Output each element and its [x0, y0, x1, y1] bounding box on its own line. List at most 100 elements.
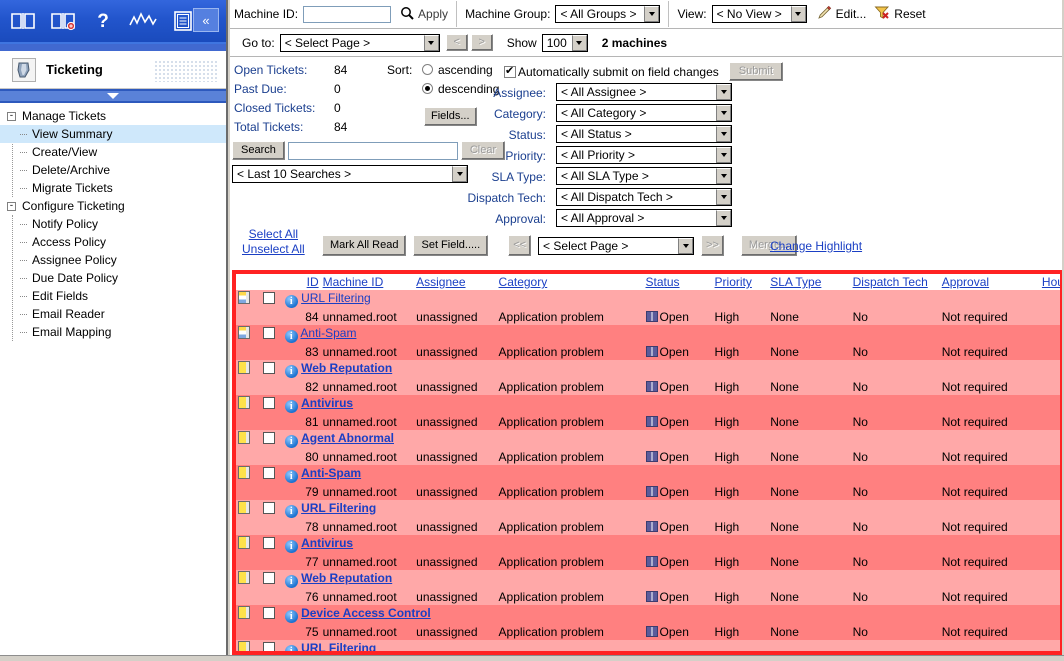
- reset-filter-button[interactable]: Reset: [874, 5, 925, 23]
- row-select-cell[interactable]: [256, 570, 283, 588]
- info-icon[interactable]: i: [285, 295, 298, 308]
- row-select-cell[interactable]: [256, 640, 283, 655]
- table-row[interactable]: i Agent Abnormal: [236, 430, 1064, 448]
- change-highlight-link[interactable]: Change Highlight: [770, 239, 862, 253]
- goto-page-select[interactable]: < Select Page >: [280, 34, 440, 52]
- filter-select-sla-type-[interactable]: < All SLA Type >: [556, 167, 732, 185]
- view-select[interactable]: < No View >: [712, 5, 807, 23]
- ticket-title-link[interactable]: Anti-Spam: [301, 466, 361, 480]
- sidebar-item-email-reader[interactable]: Email Reader: [0, 305, 226, 323]
- ticket-title-link[interactable]: Web Reputation: [301, 571, 392, 585]
- row-select-cell[interactable]: [256, 290, 283, 308]
- ticket-title-link[interactable]: Web Reputation: [301, 361, 392, 375]
- info-icon[interactable]: i: [285, 540, 298, 553]
- row-checkbox[interactable]: [263, 607, 275, 619]
- table-page-select[interactable]: < Select Page >: [538, 237, 694, 255]
- table-next-page-button[interactable]: >>: [701, 235, 724, 256]
- table-row[interactable]: i URL Filtering: [236, 640, 1064, 655]
- column-header-priority[interactable]: Priority: [713, 274, 769, 290]
- column-header-category[interactable]: Category: [497, 274, 644, 290]
- table-row[interactable]: i URL Filtering: [236, 500, 1064, 518]
- column-header-dispatch-tech[interactable]: Dispatch Tech: [851, 274, 940, 290]
- apply-button[interactable]: Apply: [418, 7, 448, 21]
- info-icon[interactable]: i: [285, 400, 298, 413]
- sidebar-group-configure-ticketing[interactable]: -Configure Ticketing: [0, 197, 226, 215]
- ticket-title-cell[interactable]: i URL Filtering: [283, 640, 1064, 655]
- info-icon[interactable]: i: [285, 575, 298, 588]
- table-row[interactable]: i Web Reputation: [236, 570, 1064, 588]
- ticket-title-cell[interactable]: i Agent Abnormal: [283, 430, 1064, 448]
- row-select-cell[interactable]: [256, 360, 283, 378]
- sidebar-item-delete-archive[interactable]: Delete/Archive: [0, 161, 226, 179]
- next-page-button[interactable]: >: [471, 34, 493, 51]
- sidebar-item-notify-policy[interactable]: Notify Policy: [0, 215, 226, 233]
- sidebar-group-manage-tickets[interactable]: -Manage Tickets: [0, 107, 226, 125]
- filter-select-category-[interactable]: < All Category >: [556, 104, 732, 122]
- filter-select-dispatch-tech-[interactable]: < All Dispatch Tech >: [556, 188, 732, 206]
- sidebar-item-due-date-policy[interactable]: Due Date Policy: [0, 269, 226, 287]
- row-checkbox[interactable]: [263, 572, 275, 584]
- ticket-title-link[interactable]: URL Filtering: [301, 291, 371, 305]
- table-row[interactable]: i Anti-Spam: [236, 325, 1064, 343]
- table-row[interactable]: i URL Filtering: [236, 290, 1064, 308]
- ticket-title-cell[interactable]: i Antivirus: [283, 395, 1064, 413]
- info-icon[interactable]: i: [285, 470, 298, 483]
- filter-select-approval-[interactable]: < All Approval >: [556, 209, 732, 227]
- info-icon[interactable]: i: [285, 435, 298, 448]
- machine-group-select[interactable]: < All Groups >: [555, 5, 660, 23]
- ticket-title-cell[interactable]: i Anti-Spam: [283, 465, 1064, 483]
- column-header-id[interactable]: ID: [283, 274, 321, 290]
- column-header-approval[interactable]: Approval: [940, 274, 1040, 290]
- ticket-title-link[interactable]: Antivirus: [301, 396, 353, 410]
- row-checkbox[interactable]: [263, 467, 275, 479]
- row-checkbox[interactable]: [263, 362, 275, 374]
- sidebar-item-email-mapping[interactable]: Email Mapping: [0, 323, 226, 341]
- sidebar-item-migrate-tickets[interactable]: Migrate Tickets: [0, 179, 226, 197]
- ticket-title-link[interactable]: Agent Abnormal: [301, 431, 394, 445]
- book-icon[interactable]: [8, 6, 38, 36]
- row-select-cell[interactable]: [256, 500, 283, 518]
- ticket-title-link[interactable]: URL Filtering: [301, 501, 376, 515]
- row-select-cell[interactable]: [256, 430, 283, 448]
- select-all-link[interactable]: Select All: [242, 227, 305, 242]
- row-checkbox[interactable]: [263, 397, 275, 409]
- tree-collapse-icon[interactable]: -: [7, 112, 16, 121]
- row-select-cell[interactable]: [256, 535, 283, 553]
- column-header-machine-id[interactable]: Machine ID: [321, 274, 415, 290]
- sort-option-ascending[interactable]: ascending: [422, 63, 493, 77]
- ticket-title-link[interactable]: URL Filtering: [301, 641, 376, 655]
- ticket-title-link[interactable]: Antivirus: [301, 536, 353, 550]
- ticket-title-cell[interactable]: i Web Reputation: [283, 570, 1064, 588]
- row-checkbox[interactable]: [263, 537, 275, 549]
- ticket-title-cell[interactable]: i URL Filtering: [283, 500, 1064, 518]
- row-checkbox[interactable]: [263, 642, 275, 654]
- table-row[interactable]: i Antivirus: [236, 395, 1064, 413]
- tree-collapse-icon[interactable]: -: [7, 202, 16, 211]
- column-header-status[interactable]: Status: [644, 274, 713, 290]
- table-prev-page-button[interactable]: <<: [508, 235, 531, 256]
- column-header-hours-worked[interactable]: Hours Worked: [1040, 274, 1064, 290]
- info-icon[interactable]: i: [285, 365, 298, 378]
- ticket-title-cell[interactable]: i URL Filtering: [283, 290, 1064, 308]
- row-checkbox[interactable]: [263, 327, 275, 339]
- submit-button[interactable]: Submit: [729, 62, 783, 81]
- sidebar-item-view-summary[interactable]: View Summary: [0, 125, 226, 143]
- ticket-title-cell[interactable]: i Web Reputation: [283, 360, 1064, 378]
- row-checkbox[interactable]: [263, 502, 275, 514]
- sidebar-item-access-policy[interactable]: Access Policy: [0, 233, 226, 251]
- column-header-assignee[interactable]: Assignee: [414, 274, 496, 290]
- sidebar-item-assignee-policy[interactable]: Assignee Policy: [0, 251, 226, 269]
- info-icon[interactable]: i: [285, 645, 298, 656]
- row-select-cell[interactable]: [256, 605, 283, 623]
- filter-select-assignee-[interactable]: < All Assignee >: [556, 83, 732, 101]
- show-count-select[interactable]: 100: [542, 34, 588, 52]
- collapse-panel-button[interactable]: «: [193, 8, 219, 32]
- ticket-title-cell[interactable]: i Device Access Control: [283, 605, 1064, 623]
- prev-page-button[interactable]: <: [446, 34, 468, 51]
- info-icon[interactable]: i: [285, 330, 298, 343]
- auto-submit-checkbox[interactable]: [504, 66, 516, 78]
- info-icon[interactable]: i: [285, 505, 298, 518]
- table-row[interactable]: i Anti-Spam: [236, 465, 1064, 483]
- row-select-cell[interactable]: [256, 395, 283, 413]
- sidebar-item-create-view[interactable]: Create/View: [0, 143, 226, 161]
